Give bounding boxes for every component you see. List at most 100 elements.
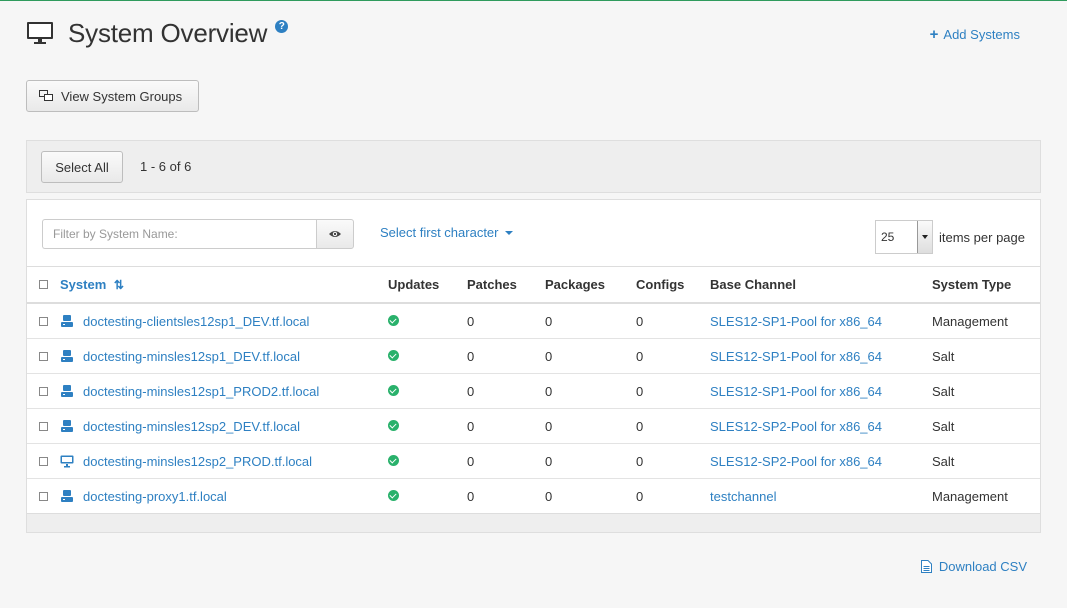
server-icon xyxy=(60,349,74,363)
patches-count: 0 xyxy=(467,373,545,409)
updates-column-header: Updates xyxy=(388,266,467,304)
system-name: doctesting-clientsles12sp1_DEV.tf.local xyxy=(83,313,310,329)
filter-system-name-input[interactable] xyxy=(42,219,316,249)
configs-count: 0 xyxy=(636,478,710,514)
page-title: System Overview xyxy=(68,17,268,48)
system-name: doctesting-minsles12sp1_PROD2.tf.local xyxy=(83,383,320,399)
configs-count: 0 xyxy=(636,443,710,479)
base-channel-link[interactable]: testchannel xyxy=(710,489,777,504)
range-text: 1 - 6 of 6 xyxy=(140,159,192,174)
question-circle-icon[interactable]: ? xyxy=(275,19,289,33)
select-all-button[interactable]: Select All xyxy=(41,151,123,183)
base-channel-link[interactable]: SLES12-SP2-Pool for x86_64 xyxy=(710,419,882,434)
packages-count: 0 xyxy=(545,373,636,409)
view-system-groups-label: View System Groups xyxy=(61,88,183,104)
base-channel-column-header: Base Channel xyxy=(710,266,932,304)
system-groups-icon xyxy=(39,90,53,101)
packages-count: 0 xyxy=(545,408,636,444)
base-channel-link[interactable]: SLES12-SP1-Pool for x86_64 xyxy=(710,384,882,399)
patches-count: 0 xyxy=(467,408,545,444)
selection-toolbar: Select All 1 - 6 of 6 xyxy=(26,140,1041,193)
row-checkbox[interactable] xyxy=(39,421,48,431)
download-csv-label: Download CSV xyxy=(938,559,1027,574)
system-name: doctesting-proxy1.tf.local xyxy=(83,488,227,504)
row-checkbox[interactable] xyxy=(39,491,48,501)
systems-table: System ⇅ Updates Patches Packages Config… xyxy=(27,266,1040,514)
patches-count: 0 xyxy=(467,303,545,339)
caret-down-icon xyxy=(504,230,513,235)
download-csv-link[interactable]: Download CSV xyxy=(920,559,1027,574)
add-systems-label: Add Systems xyxy=(943,27,1020,42)
dropdown-arrow-icon xyxy=(917,221,932,253)
system-column-header[interactable]: System ⇅ xyxy=(60,277,124,292)
systems-panel: Select first character 25 items per page… xyxy=(26,199,1041,533)
table-row: doctesting-minsles12sp1_PROD2.tf.local 0 0… xyxy=(27,373,1040,409)
patches-column-header: Patches xyxy=(467,266,545,304)
select-all-checkbox[interactable] xyxy=(39,280,48,289)
table-row: doctesting-minsles12sp2_PROD.tf.local 0 0 0… xyxy=(27,443,1040,479)
system-type: Management xyxy=(932,303,1040,339)
view-system-groups-button[interactable]: View System Groups xyxy=(26,80,199,112)
table-row: doctesting-proxy1.tf.local 0 0 0 testchannel… xyxy=(27,478,1040,514)
row-checkbox[interactable] xyxy=(39,351,48,361)
system-type: Salt xyxy=(932,338,1040,374)
system-link[interactable]: doctesting-minsles12sp2_PROD.tf.local xyxy=(60,454,388,469)
system-link[interactable]: doctesting-minsles12sp1_DEV.tf.local xyxy=(60,349,388,364)
filter-apply-button[interactable] xyxy=(316,219,354,249)
table-footer xyxy=(27,513,1040,532)
system-type-column-header: System Type xyxy=(932,266,1040,304)
first-char-label: Select first character xyxy=(380,225,499,240)
page-header: System Overview ? xyxy=(26,15,289,51)
system-type: Salt xyxy=(932,408,1040,444)
monitor-icon xyxy=(27,22,53,44)
system-type: Salt xyxy=(932,443,1040,479)
system-type: Salt xyxy=(932,373,1040,409)
row-checkbox[interactable] xyxy=(39,316,48,326)
system-type: Management xyxy=(932,478,1040,514)
file-csv-icon xyxy=(920,560,932,573)
base-channel-link[interactable]: SLES12-SP2-Pool for x86_64 xyxy=(710,454,882,469)
system-link[interactable]: doctesting-proxy1.tf.local xyxy=(60,489,388,504)
patches-count: 0 xyxy=(467,338,545,374)
ok-icon xyxy=(388,489,399,501)
add-systems-link[interactable]: + Add Systems xyxy=(930,27,1020,42)
server-icon xyxy=(60,314,74,328)
packages-count: 0 xyxy=(545,303,636,339)
row-checkbox[interactable] xyxy=(39,386,48,396)
row-checkbox[interactable] xyxy=(39,456,48,466)
items-per-page-label: items per page xyxy=(939,230,1025,245)
configs-column-header: Configs xyxy=(636,266,710,304)
items-per-page-value: 25 xyxy=(881,230,895,244)
sort-ascending-icon: ⇅ xyxy=(113,278,124,292)
system-name: doctesting-minsles12sp2_DEV.tf.local xyxy=(83,418,301,434)
system-link[interactable]: doctesting-minsles12sp2_DEV.tf.local xyxy=(60,419,388,434)
configs-count: 0 xyxy=(636,373,710,409)
table-row: doctesting-clientsles12sp1_DEV.tf.local 0… xyxy=(27,303,1040,339)
packages-count: 0 xyxy=(545,338,636,374)
ok-icon xyxy=(388,349,399,361)
plus-icon: + xyxy=(929,26,939,43)
base-channel-link[interactable]: SLES12-SP1-Pool for x86_64 xyxy=(710,314,882,329)
packages-count: 0 xyxy=(545,478,636,514)
server-icon xyxy=(60,419,74,433)
patches-count: 0 xyxy=(467,443,545,479)
system-link[interactable]: doctesting-minsles12sp1_PROD2.tf.local xyxy=(60,384,388,399)
system-link[interactable]: doctesting-clientsles12sp1_DEV.tf.local xyxy=(60,314,388,329)
table-row: doctesting-minsles12sp1_DEV.tf.local 0 0 0 S… xyxy=(27,338,1040,374)
system-name: doctesting-minsles12sp2_PROD.tf.local xyxy=(83,453,313,469)
table-row: doctesting-minsles12sp2_DEV.tf.local 0 0 0 S… xyxy=(27,408,1040,444)
configs-count: 0 xyxy=(636,338,710,374)
ok-icon xyxy=(388,419,399,431)
packages-column-header: Packages xyxy=(545,266,636,304)
ok-icon xyxy=(388,314,399,326)
patches-count: 0 xyxy=(467,478,545,514)
configs-count: 0 xyxy=(636,303,710,339)
packages-count: 0 xyxy=(545,443,636,479)
items-per-page-select[interactable]: 25 xyxy=(875,220,933,254)
configs-count: 0 xyxy=(636,408,710,444)
table-header-row: System ⇅ Updates Patches Packages Config… xyxy=(27,266,1040,304)
base-channel-link[interactable]: SLES12-SP1-Pool for x86_64 xyxy=(710,349,882,364)
server-icon xyxy=(60,489,74,503)
select-first-character-dropdown[interactable]: Select first character xyxy=(380,225,513,240)
server-icon xyxy=(60,384,74,398)
